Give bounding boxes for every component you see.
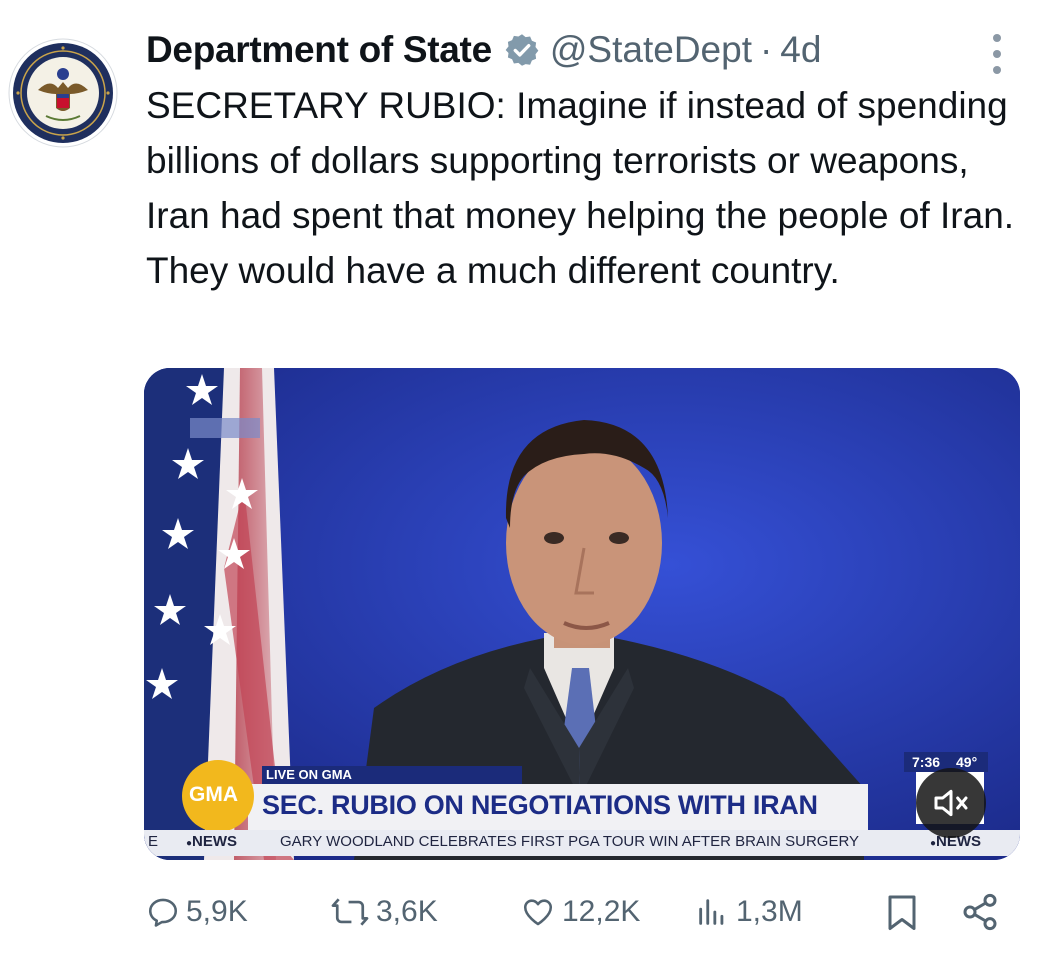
tweet-actions: 5,9K 3,6K 12,2K 1,3M [0,884,1053,940]
mute-icon [934,789,968,817]
reply-count: 5,9K [186,895,248,928]
tweet-text: SECRETARY RUBIO: Imagine if instead of s… [146,85,1015,291]
share-icon [963,893,997,931]
share-button[interactable] [960,892,1000,937]
ticker-text: GARY WOODLAND CELEBRATES FIRST PGA TOUR … [280,833,860,850]
mute-button[interactable] [916,768,986,838]
repost-icon [331,898,369,926]
like-icon [523,899,553,926]
video-headline: SEC. RUBIO ON NEGOTIATIONS WITH IRAN [262,790,818,820]
ticker-prefix: E [148,833,159,850]
news-ticker: E ●NEWS GARY WOODLAND CELEBRATES FIRST P… [144,830,1020,856]
tweet-header: Department of State @StateDept · 4d [146,22,821,78]
meta-separator: · [759,29,773,70]
author-avatar[interactable] [8,38,118,148]
more-options-icon[interactable] [985,34,1009,74]
clock-time: 7:36 [912,754,941,770]
live-label-bar: LIVE ON GMA [262,766,522,784]
view-count: 1,3M [736,895,803,928]
video-player[interactable]: LIVE ON GMA SEC. RUBIO ON NEGOTIATIONS W… [144,368,1020,860]
live-label: LIVE ON GMA [266,767,352,782]
like-button[interactable]: 12,2K [520,884,640,940]
bookmark-icon [888,895,916,930]
temperature: 49° [956,754,978,770]
headline-bar: SEC. RUBIO ON NEGOTIATIONS WITH IRAN [248,784,868,830]
ticker-brand-left: ●NEWS [186,833,238,850]
repost-button[interactable]: 3,6K [330,884,438,940]
author-name[interactable]: Department of State [146,29,492,71]
reply-button[interactable]: 5,9K [146,884,248,940]
like-count: 12,2K [562,895,641,928]
reply-icon [148,898,178,927]
repost-count: 3,6K [376,895,438,928]
gma-logo-text: GMA [189,783,238,806]
bookmark-button[interactable] [884,892,920,937]
author-handle[interactable]: @StateDept [550,29,752,71]
gma-logo: GMA [182,760,254,832]
views-icon [699,899,724,925]
state-department-seal [8,38,118,148]
views-button[interactable]: 1,3M [694,884,803,940]
verified-badge-icon [505,34,539,66]
tweet-timestamp[interactable]: 4d [780,29,821,71]
